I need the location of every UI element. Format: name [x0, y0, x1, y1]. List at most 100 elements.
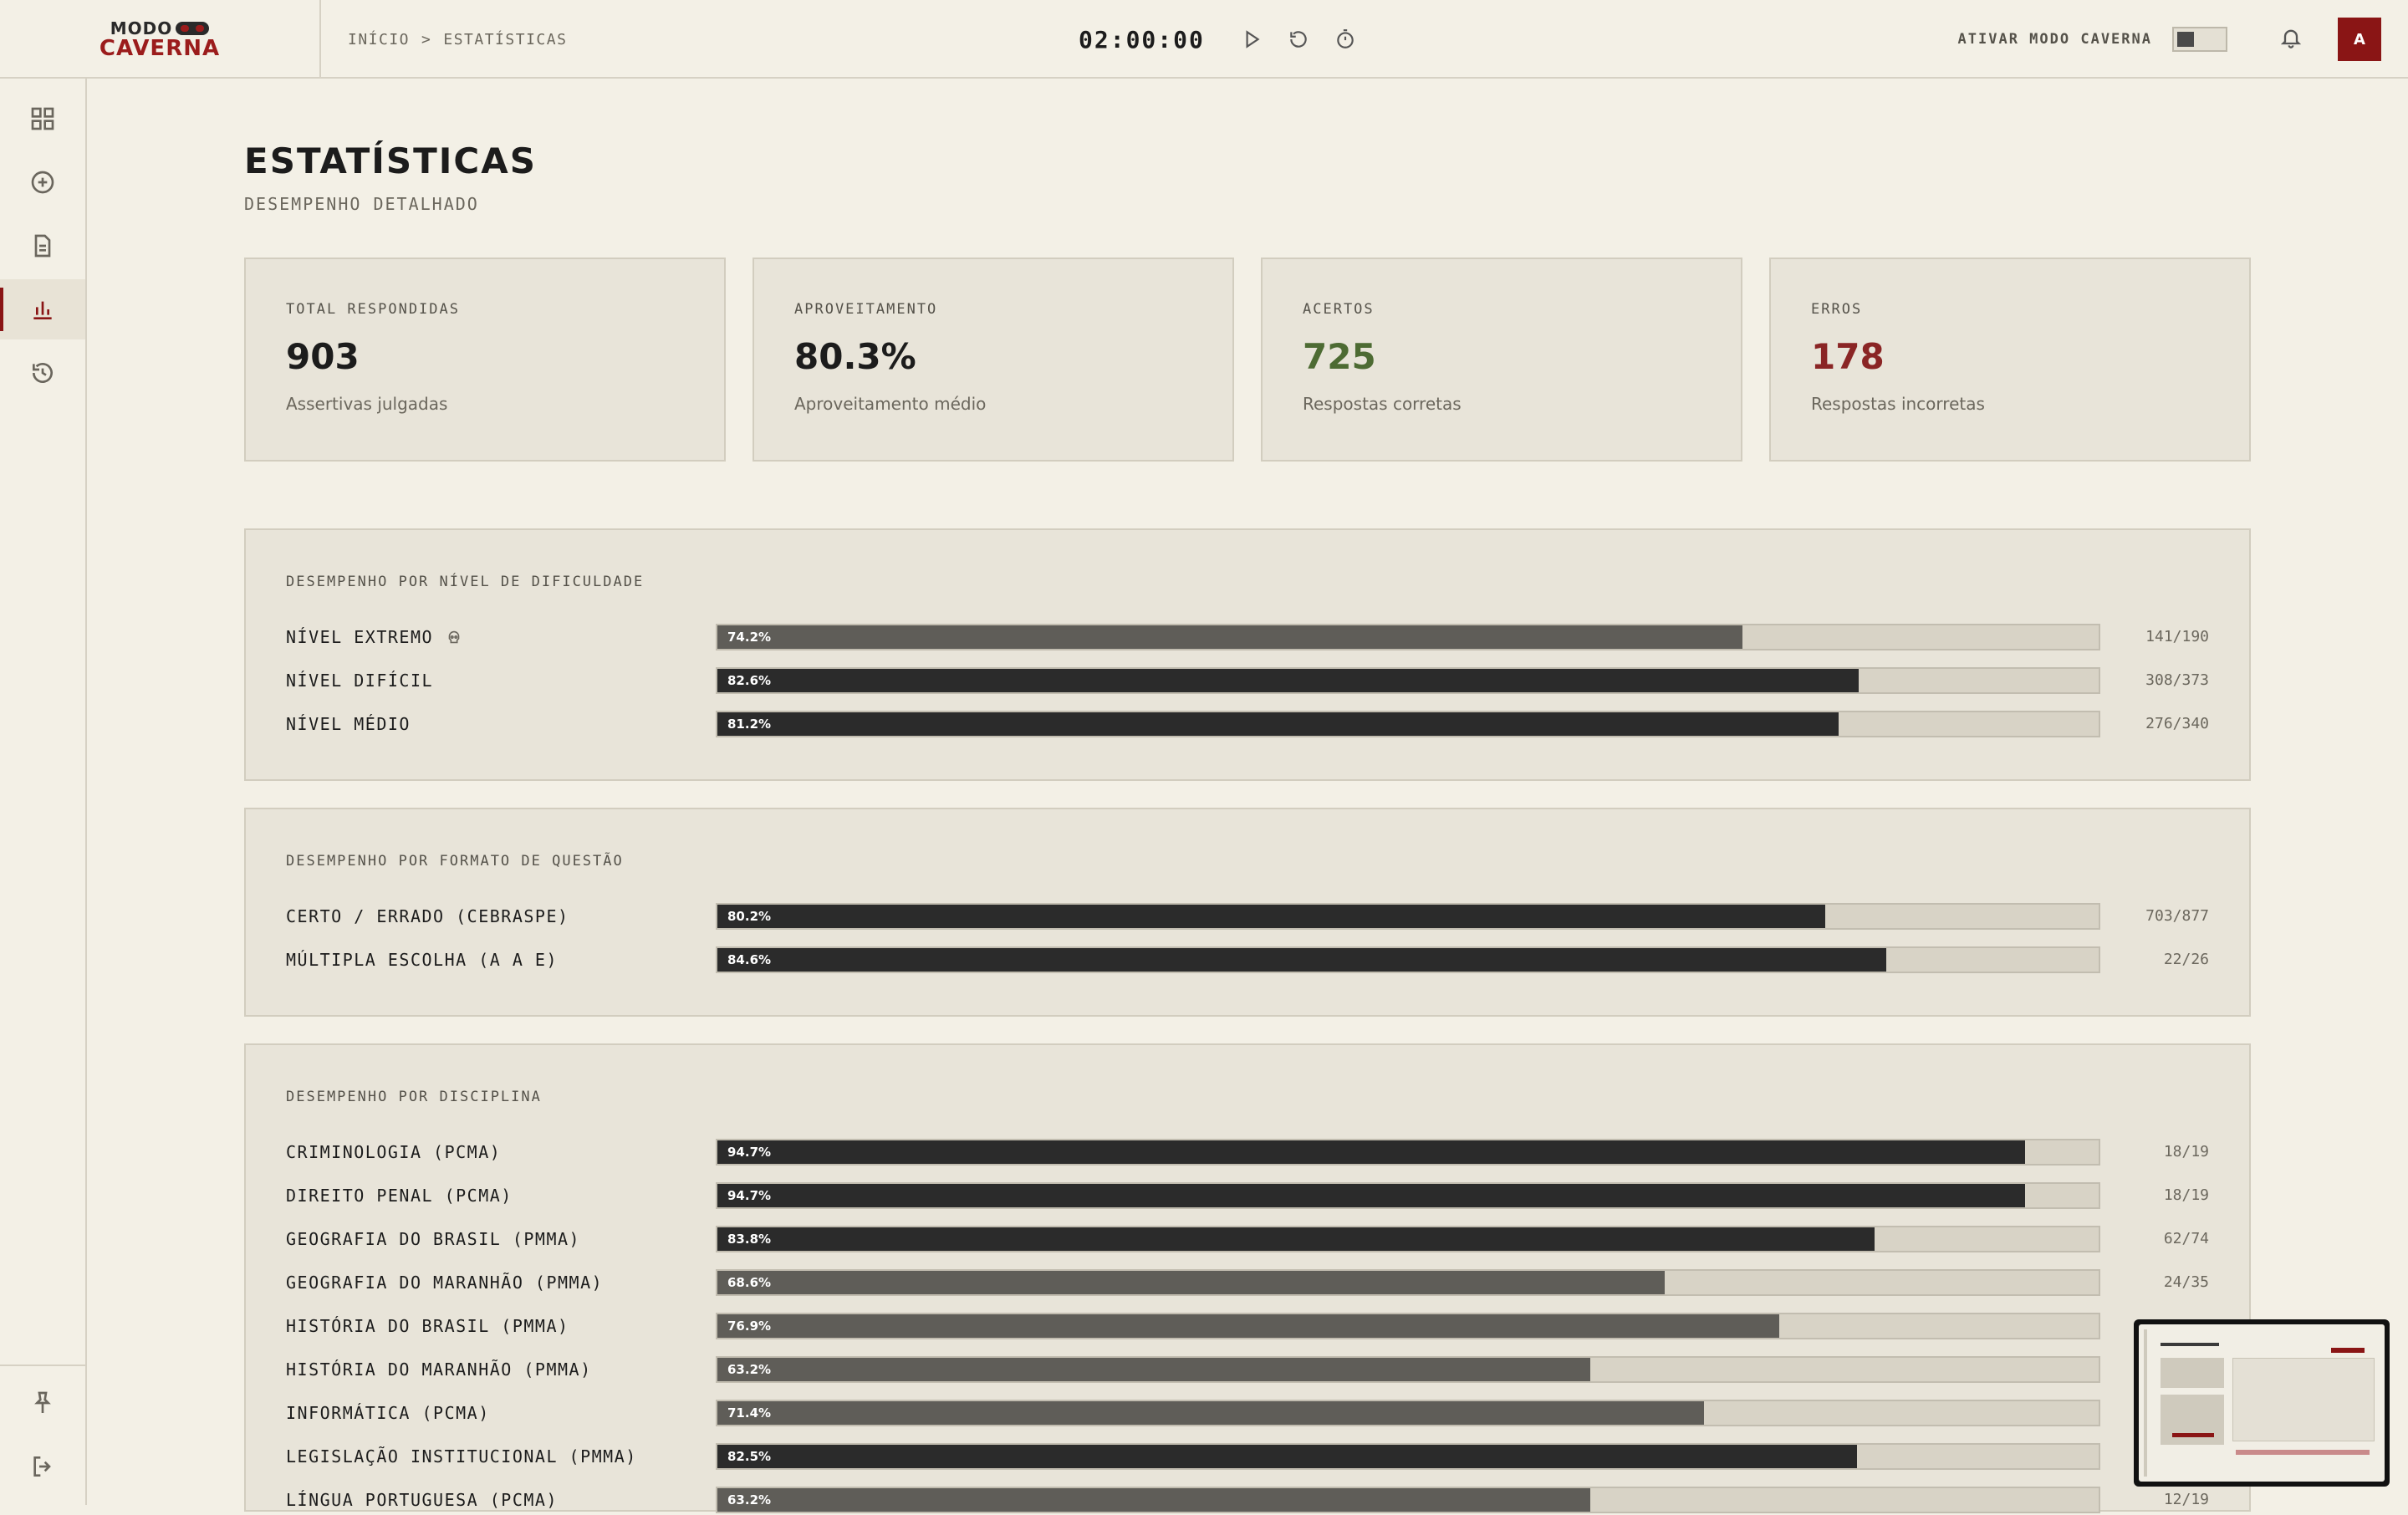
- sidebar-item-statistics[interactable]: [0, 279, 85, 339]
- card-value: 725: [1303, 336, 1376, 377]
- discipline-row: HISTÓRIA DO MARANHÃO (PMMA) 63.2%: [286, 1354, 2209, 1385]
- progress-bar: 81.2%: [716, 711, 2100, 737]
- row-label: HISTÓRIA DO MARANHÃO (PMMA): [286, 1359, 592, 1380]
- sidebar-divider: [0, 1365, 85, 1366]
- format-row: MÚLTIPLA ESCOLHA (A A E) 84.6% 22/26: [286, 945, 2209, 975]
- card-desc: Respostas incorretas: [1811, 394, 1985, 414]
- sidebar-item-new[interactable]: [0, 152, 85, 212]
- progress-bar: 94.7%: [716, 1139, 2100, 1166]
- dashboard-icon: [31, 107, 54, 130]
- breadcrumb-separator: >: [421, 30, 432, 48]
- progress-percent: 76.9%: [727, 1319, 772, 1334]
- progress-bar: 76.9%: [716, 1313, 2100, 1339]
- discipline-row: INFORMÁTICA (PCMA) 71.4%: [286, 1398, 2209, 1428]
- progress-bar: 74.2%: [716, 624, 2100, 650]
- progress-bar: 68.6%: [716, 1269, 2100, 1296]
- progress-fill: 63.2%: [717, 1358, 1591, 1381]
- row-label: GEOGRAFIA DO MARANHÃO (PMMA): [286, 1273, 604, 1293]
- screen-preview-thumbnail[interactable]: [2134, 1319, 2390, 1487]
- card-acertos: ACERTOS 725 Respostas corretas: [1261, 258, 1742, 462]
- progress-bar: 80.2%: [716, 903, 2100, 930]
- panel-title: DESEMPENHO POR NÍVEL DE DIFICULDADE: [286, 574, 645, 590]
- row-label: HISTÓRIA DO BRASIL (PMMA): [286, 1316, 569, 1336]
- panel-title: DESEMPENHO POR FORMATO DE QUESTÃO: [286, 853, 624, 870]
- top-bar: MODO CAVERNA INÍCIO > ESTATÍSTICAS 02:00…: [0, 0, 2408, 79]
- document-icon: [34, 234, 51, 258]
- bell-icon: [2280, 29, 2302, 48]
- sidebar: [0, 79, 87, 1505]
- sidebar-item-documents[interactable]: [0, 216, 85, 276]
- row-label: NÍVEL EXTREMO: [286, 627, 434, 647]
- reset-icon: [1290, 31, 1307, 48]
- cave-mode-toggle[interactable]: [2172, 27, 2227, 52]
- progress-fill: 68.6%: [717, 1271, 1666, 1294]
- reset-button[interactable]: [1287, 28, 1310, 51]
- timer-controls: 02:00:00: [1079, 0, 1357, 79]
- progress-fill: 81.2%: [717, 712, 1839, 736]
- progress-bar: 71.4%: [716, 1400, 2100, 1426]
- progress-percent: 74.2%: [727, 630, 772, 645]
- plus-circle-icon: [31, 171, 54, 194]
- progress-fill: 76.9%: [717, 1314, 1780, 1338]
- sidebar-item-dashboard[interactable]: [0, 89, 85, 149]
- summary-cards: TOTAL RESPONDIDAS 903 Assertivas julgada…: [244, 258, 2251, 462]
- timer-display: 02:00:00: [1079, 25, 1205, 54]
- stopwatch-button[interactable]: [1334, 28, 1357, 51]
- card-value: 178: [1811, 336, 1885, 377]
- progress-bar: 94.7%: [716, 1182, 2100, 1209]
- row-label: MÚLTIPLA ESCOLHA (A A E): [286, 950, 558, 970]
- row-label: NÍVEL DIFÍCIL: [286, 671, 434, 691]
- progress-percent: 80.2%: [727, 909, 772, 924]
- page-title: ESTATÍSTICAS: [244, 140, 537, 181]
- format-row: CERTO / ERRADO (CEBRASPE) 80.2% 703/877: [286, 901, 2209, 931]
- breadcrumb-home[interactable]: INÍCIO: [348, 31, 410, 48]
- stopwatch-icon: [1337, 29, 1354, 48]
- breadcrumb: INÍCIO > ESTATÍSTICAS: [348, 0, 567, 79]
- sidebar-item-logout[interactable]: [0, 1436, 85, 1497]
- row-label: NÍVEL MÉDIO: [286, 714, 411, 734]
- progress-fill: 80.2%: [717, 905, 1825, 928]
- progress-bar: 82.5%: [716, 1443, 2100, 1470]
- difficulty-row: NÍVEL EXTREMO 74.2% 141/190: [286, 622, 2209, 652]
- format-panel: DESEMPENHO POR FORMATO DE QUESTÃO CERTO …: [244, 808, 2251, 1017]
- row-count: 276/340: [2145, 715, 2209, 732]
- history-icon: [33, 363, 53, 383]
- progress-fill: 94.7%: [717, 1184, 2026, 1207]
- play-button[interactable]: [1240, 28, 1263, 51]
- card-label: TOTAL RESPONDIDAS: [286, 301, 460, 318]
- progress-fill: 74.2%: [717, 625, 1742, 649]
- page-subtitle: DESEMPENHO DETALHADO: [244, 194, 479, 214]
- row-count: 18/19: [2163, 1186, 2209, 1204]
- brand-logo[interactable]: MODO CAVERNA: [99, 20, 220, 59]
- skull-icon: [448, 630, 460, 644]
- row-label: DIREITO PENAL (PCMA): [286, 1186, 513, 1206]
- logo-text-bottom: CAVERNA: [99, 35, 221, 61]
- progress-fill: 82.5%: [717, 1445, 1857, 1468]
- row-count: 18/19: [2163, 1143, 2209, 1160]
- card-desc: Assertivas julgadas: [286, 394, 448, 414]
- progress-bar: 84.6%: [716, 946, 2100, 973]
- user-avatar[interactable]: A: [2338, 18, 2381, 61]
- progress-percent: 63.2%: [727, 1492, 772, 1507]
- discipline-row: DIREITO PENAL (PCMA) 94.7% 18/19: [286, 1181, 2209, 1211]
- mask-icon: [176, 21, 210, 35]
- card-label: ACERTOS: [1303, 301, 1375, 318]
- discipline-row: HISTÓRIA DO BRASIL (PMMA) 76.9%: [286, 1311, 2209, 1341]
- progress-percent: 83.8%: [727, 1232, 772, 1247]
- row-label: LEGISLAÇÃO INSTITUCIONAL (PMMA): [286, 1446, 637, 1467]
- row-label: GEOGRAFIA DO BRASIL (PMMA): [286, 1229, 581, 1249]
- progress-bar: 63.2%: [716, 1487, 2100, 1513]
- sidebar-item-history[interactable]: [0, 343, 85, 403]
- discipline-panel: DESEMPENHO POR DISCIPLINA CRIMINOLOGIA (…: [244, 1043, 2251, 1513]
- toggle-knob: [2177, 32, 2194, 47]
- progress-fill: 63.2%: [717, 1488, 1591, 1512]
- progress-bar: 63.2%: [716, 1356, 2100, 1383]
- play-icon: [1246, 30, 1260, 48]
- difficulty-row: NÍVEL MÉDIO 81.2% 276/340: [286, 709, 2209, 739]
- progress-percent: 81.2%: [727, 717, 772, 732]
- breadcrumb-current: ESTATÍSTICAS: [443, 30, 568, 48]
- logo-area: MODO CAVERNA: [0, 0, 321, 79]
- sidebar-item-pin[interactable]: [0, 1373, 85, 1433]
- progress-percent: 71.4%: [727, 1405, 772, 1421]
- notifications-button[interactable]: [2279, 26, 2303, 53]
